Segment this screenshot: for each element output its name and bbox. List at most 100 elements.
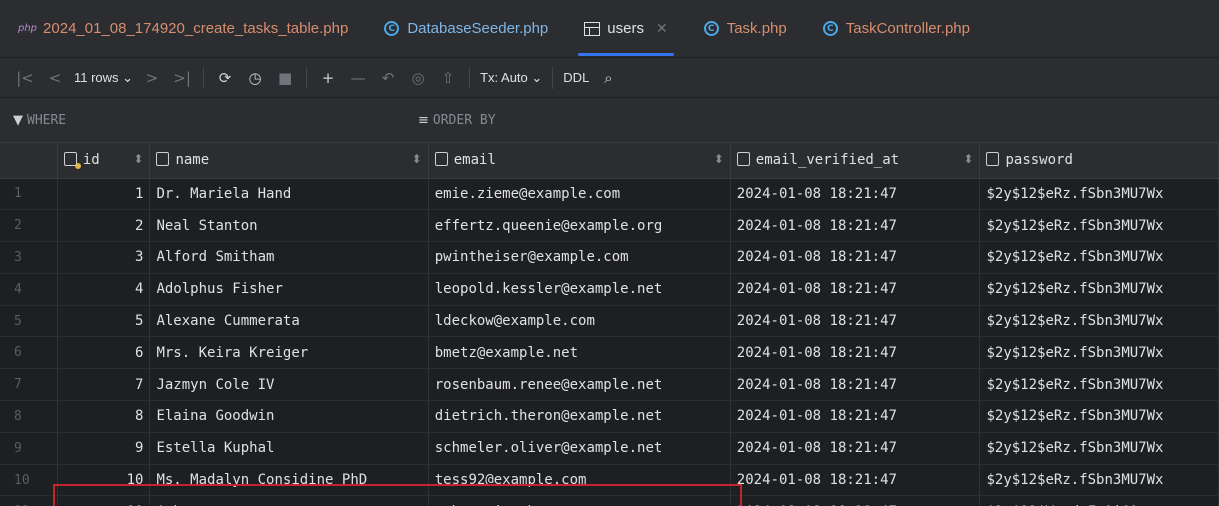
table-row[interactable]: 5 5 Alexane Cummerata ldeckow@example.com 20… [0,305,1219,338]
column-header-email[interactable]: email ⬍ [428,143,731,179]
cell-id[interactable]: 11 [57,495,151,506]
next-page-icon[interactable]: > [141,64,163,92]
cell-password[interactable]: $2y$12$eRz.fSbn3MU7Wx [979,209,1219,243]
cell-email[interactable]: dietrich.theron@example.net [428,400,731,433]
cell-email[interactable]: bmetz@example.net [428,336,731,370]
cell-email-verified-at[interactable]: 2024-01-08 18:21:47 [730,209,981,243]
cell-password[interactable]: $2y$12$eRz.fSbn3MU7Wx [979,241,1219,274]
submit-icon[interactable]: ⇧ [437,64,459,92]
cell-name[interactable]: Elaina Goodwin [149,400,429,433]
table-row[interactable]: 10 10 Ms. Madalyn Considine PhD tess92@exam… [0,464,1219,497]
cell-id[interactable]: 8 [57,400,151,433]
cell-name[interactable]: Alexane Cummerata [149,305,429,338]
cell-email-verified-at[interactable]: 2024-01-08 18:21:47 [730,305,981,338]
cell-email-verified-at[interactable]: 2024-01-08 18:21:47 [730,464,981,497]
previous-page-icon[interactable]: < [44,64,66,92]
sort-icon[interactable]: ⬍ [133,152,143,166]
cell-id[interactable]: 4 [57,273,151,306]
cell-password[interactable]: $2y$12$eRz.fSbn3MU7Wx [979,464,1219,497]
cell-name[interactable]: Adolphus Fisher [149,273,429,306]
cell-email[interactable]: ldeckow@example.com [428,305,731,338]
sort-icon[interactable]: ⬍ [412,152,422,166]
cell-email[interactable]: asbaay@iesebre.com [428,495,731,506]
cell-email[interactable]: pwintheiser@example.com [428,241,731,274]
cell-name[interactable]: Mrs. Keira Kreiger [149,336,429,370]
cell-name[interactable]: Alford Smitham [149,241,429,274]
cell-id[interactable]: 7 [57,368,151,402]
cell-id[interactable]: 10 [57,464,151,497]
cell-email-verified-at[interactable]: 2024-01-08 18:21:47 [730,400,981,433]
cell-email-verified-at[interactable]: 2024-01-08 18:21:47 [730,273,981,306]
cell-id[interactable]: 6 [57,336,151,370]
cell-name[interactable]: Jazmyn Cole IV [149,368,429,402]
delete-row-icon[interactable]: — [347,64,369,92]
cell-id[interactable]: 2 [57,209,151,243]
cell-password[interactable]: $2y$12$eRz.fSbn3MU7Wx [979,432,1219,465]
column-header-email-verified-at[interactable]: email_verified_at ⬍ [730,143,981,179]
cell-id[interactable]: 9 [57,432,151,465]
tab-task-controller[interactable]: C TaskController.php [805,0,988,57]
table-row[interactable]: 4 4 Adolphus Fisher leopold.kessler@example… [0,273,1219,306]
clock-icon[interactable]: ◷ [244,64,266,92]
cell-id[interactable]: 3 [57,241,151,274]
cell-password[interactable]: $2y$12$eRz.fSbn3MU7Wx [979,368,1219,402]
cell-name[interactable]: Neal Stanton [149,209,429,243]
cell-password[interactable]: $2y$12$eRz.fSbn3MU7Wx [979,305,1219,338]
cell-password[interactable]: $2y$12$eRz.fSbn3MU7Wx [979,273,1219,306]
column-header-name[interactable]: name ⬍ [149,143,429,179]
cell-name[interactable]: Asbaay [149,495,429,506]
tab-users[interactable]: users ✕ [566,0,685,57]
close-icon[interactable]: ✕ [656,20,668,37]
cell-email-verified-at[interactable]: 2024-01-08 18:21:47 [730,241,981,274]
tab-database-seeder[interactable]: C DatabaseSeeder.php [366,0,566,57]
tab-task[interactable]: C Task.php [686,0,805,57]
cell-email[interactable]: effertz.queenie@example.org [428,209,731,243]
rows-count-dropdown[interactable]: 11 rows ⌄ [74,64,133,92]
transaction-mode-dropdown[interactable]: Tx: Auto ⌄ [480,64,542,92]
cell-email-verified-at[interactable]: 2024-01-08 18:21:47 [730,336,981,370]
tab-create-tasks-table[interactable]: php 2024_01_08_174920_create_tasks_table… [0,0,366,57]
order-by-field[interactable]: ≡ ORDER BY [412,113,496,128]
sort-icon[interactable]: ⬍ [963,152,973,166]
cell-password[interactable]: $2y$12$WecdtFt9iG9uow [979,495,1219,506]
cell-password[interactable]: $2y$12$eRz.fSbn3MU7Wx [979,178,1219,211]
where-filter-field[interactable]: ▼ WHERE [0,113,412,128]
sort-icon[interactable]: ⬍ [714,152,724,166]
table-row[interactable]: 9 9 Estella Kuphal schmeler.oliver@example.… [0,432,1219,465]
cell-email[interactable]: leopold.kessler@example.net [428,273,731,306]
column-label: name [175,152,210,169]
refresh-icon[interactable]: ⟳ [214,64,236,92]
table-row[interactable]: 3 3 Alford Smitham pwintheiser@example.com 2… [0,241,1219,274]
column-header-password[interactable]: password [979,143,1219,179]
table-row[interactable]: 7 7 Jazmyn Cole IV rosenbaum.renee@example.… [0,368,1219,402]
first-page-icon[interactable]: |< [14,64,36,92]
table-row[interactable]: 1 1 Dr. Mariela Hand emie.zieme@example.com… [0,178,1219,211]
cell-password[interactable]: $2y$12$eRz.fSbn3MU7Wx [979,336,1219,370]
table-row[interactable]: 6 6 Mrs. Keira Kreiger bmetz@example.net 202… [0,336,1219,370]
column-header-id[interactable]: id ⬍ [57,143,151,179]
search-icon[interactable]: ⌕ [597,64,619,92]
revert-icon[interactable]: ↶ [377,64,399,92]
ddl-button[interactable]: DDL [563,64,589,92]
cell-email[interactable]: rosenbaum.renee@example.net [428,368,731,402]
cell-email-verified-at[interactable]: 2024-01-08 18:21:47 [730,178,981,211]
cell-password[interactable]: $2y$12$eRz.fSbn3MU7Wx [979,400,1219,433]
cell-email[interactable]: emie.zieme@example.com [428,178,731,211]
preview-icon[interactable]: ◎ [407,64,429,92]
cell-email-verified-at[interactable]: 2024-01-08 18:21:47 [730,495,981,506]
cell-name[interactable]: Ms. Madalyn Considine PhD [149,464,429,497]
cell-email-verified-at[interactable]: 2024-01-08 18:21:47 [730,368,981,402]
cell-email-verified-at[interactable]: 2024-01-08 18:21:47 [730,432,981,465]
cell-email[interactable]: tess92@example.com [428,464,731,497]
table-row[interactable]: 2 2 Neal Stanton effertz.queenie@example.or… [0,209,1219,243]
last-page-icon[interactable]: >| [171,64,193,92]
cell-email[interactable]: schmeler.oliver@example.net [428,432,731,465]
stop-icon[interactable]: ■ [274,64,296,92]
cell-name[interactable]: Estella Kuphal [149,432,429,465]
cell-id[interactable]: 1 [57,178,151,211]
cell-id[interactable]: 5 [57,305,151,338]
table-row[interactable]: 8 8 Elaina Goodwin dietrich.theron@example.… [0,400,1219,433]
cell-name[interactable]: Dr. Mariela Hand [149,178,429,211]
table-row[interactable]: 1111Asbaayasbaay@iesebre.com2024-01-08 1… [0,495,1219,506]
add-row-icon[interactable]: + [317,64,339,92]
